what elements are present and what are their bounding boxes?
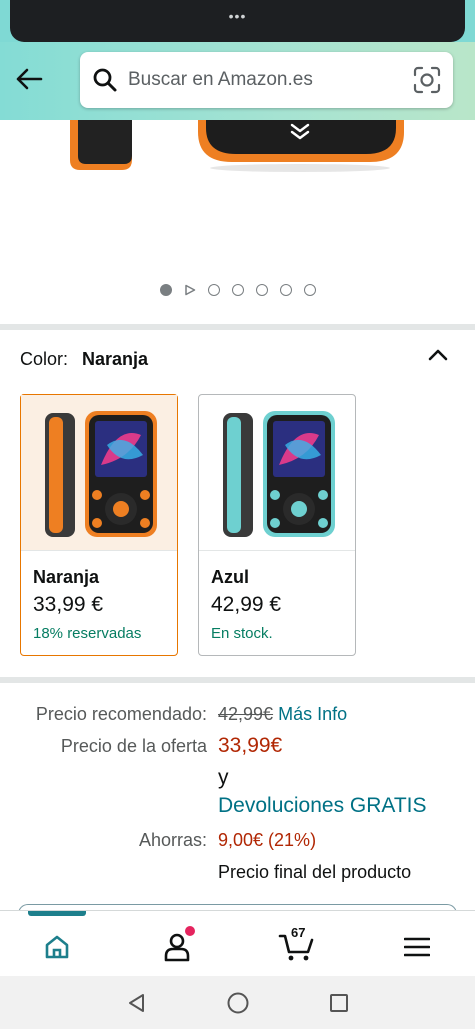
system-navigation-bar bbox=[0, 976, 475, 1029]
savings-label: Ahorras: bbox=[138, 830, 207, 850]
search-bar[interactable] bbox=[80, 52, 453, 108]
hamburger-menu-icon bbox=[404, 937, 430, 957]
chevron-up-icon[interactable] bbox=[427, 348, 449, 362]
camera-search-icon[interactable] bbox=[413, 66, 441, 94]
active-tab-indicator bbox=[28, 911, 86, 916]
carousel-dots bbox=[0, 284, 475, 296]
color-option-stock: En stock. bbox=[211, 625, 273, 642]
deal-price-label: Precio de la oferta bbox=[60, 736, 207, 756]
more-info-link[interactable]: Más Info bbox=[278, 704, 347, 724]
nav-home-button[interactable] bbox=[37, 927, 77, 967]
color-label: Color: bbox=[20, 349, 69, 369]
color-option-price: 42,99 € bbox=[211, 593, 282, 616]
nav-account-button[interactable] bbox=[157, 926, 197, 967]
system-recents-button[interactable] bbox=[326, 990, 352, 1016]
carousel-dot[interactable] bbox=[159, 284, 172, 296]
back-button[interactable] bbox=[12, 62, 46, 96]
selected-color-value: Naranja bbox=[82, 349, 149, 369]
savings-value: 9,00€ (21%) bbox=[218, 830, 317, 850]
final-price-note: Precio final del producto bbox=[218, 862, 412, 882]
free-returns-link[interactable]: Devoluciones GRATIS bbox=[218, 794, 427, 818]
notch-dots: ••• bbox=[228, 8, 247, 24]
carousel-dot[interactable] bbox=[207, 284, 220, 296]
recommended-price-label: Precio recomendado: bbox=[35, 704, 207, 724]
search-input[interactable] bbox=[128, 52, 398, 108]
recommended-price-value: 42,99€ bbox=[218, 704, 274, 724]
arrow-left-icon bbox=[16, 68, 43, 90]
system-back-button[interactable] bbox=[124, 990, 150, 1016]
carousel-dot[interactable] bbox=[231, 284, 244, 296]
search-icon bbox=[93, 68, 117, 92]
carousel-dot[interactable] bbox=[279, 284, 292, 296]
carousel-dot[interactable] bbox=[255, 284, 268, 296]
video-dot-play-icon[interactable] bbox=[184, 284, 196, 296]
carousel-dot[interactable] bbox=[303, 284, 316, 296]
bottom-nav-bar: 67 bbox=[0, 910, 475, 976]
color-option-price: 33,99 € bbox=[33, 593, 104, 616]
system-home-button[interactable] bbox=[225, 990, 251, 1016]
product-image-carousel[interactable] bbox=[0, 120, 475, 323]
nav-cart-button[interactable]: 67 bbox=[277, 925, 317, 967]
user-icon bbox=[164, 933, 190, 962]
product-image bbox=[70, 120, 404, 172]
circle-home-icon bbox=[227, 992, 249, 1014]
expand-chevron-icon[interactable] bbox=[288, 122, 312, 140]
color-option-azul[interactable]: Azul 42,99 € En stock. bbox=[198, 394, 356, 656]
and-text: y bbox=[218, 766, 229, 789]
swatch-image bbox=[21, 395, 177, 551]
mp3-player-blue-image bbox=[223, 411, 335, 537]
camera-notch: ••• bbox=[10, 0, 465, 42]
home-icon bbox=[45, 935, 69, 959]
square-recents-icon bbox=[330, 994, 348, 1012]
section-divider bbox=[0, 677, 475, 683]
color-option-naranja[interactable]: Naranja 33,99 € 18% reservadas bbox=[20, 394, 178, 656]
nav-menu-button[interactable] bbox=[397, 927, 437, 967]
swatch-image bbox=[199, 395, 355, 551]
color-option-stock: 18% reservadas bbox=[33, 625, 142, 642]
section-divider bbox=[0, 324, 475, 330]
triangle-back-icon bbox=[129, 994, 144, 1012]
color-option-name: Naranja bbox=[33, 567, 100, 587]
color-option-name: Azul bbox=[211, 567, 249, 587]
notification-badge bbox=[185, 926, 195, 936]
mp3-player-orange-image bbox=[45, 411, 157, 537]
deal-price-value: 33,99€ bbox=[218, 734, 283, 757]
app-header bbox=[0, 42, 475, 120]
cart-count: 67 bbox=[291, 925, 306, 940]
color-selector-header[interactable]: Color: Naranja bbox=[20, 349, 148, 370]
